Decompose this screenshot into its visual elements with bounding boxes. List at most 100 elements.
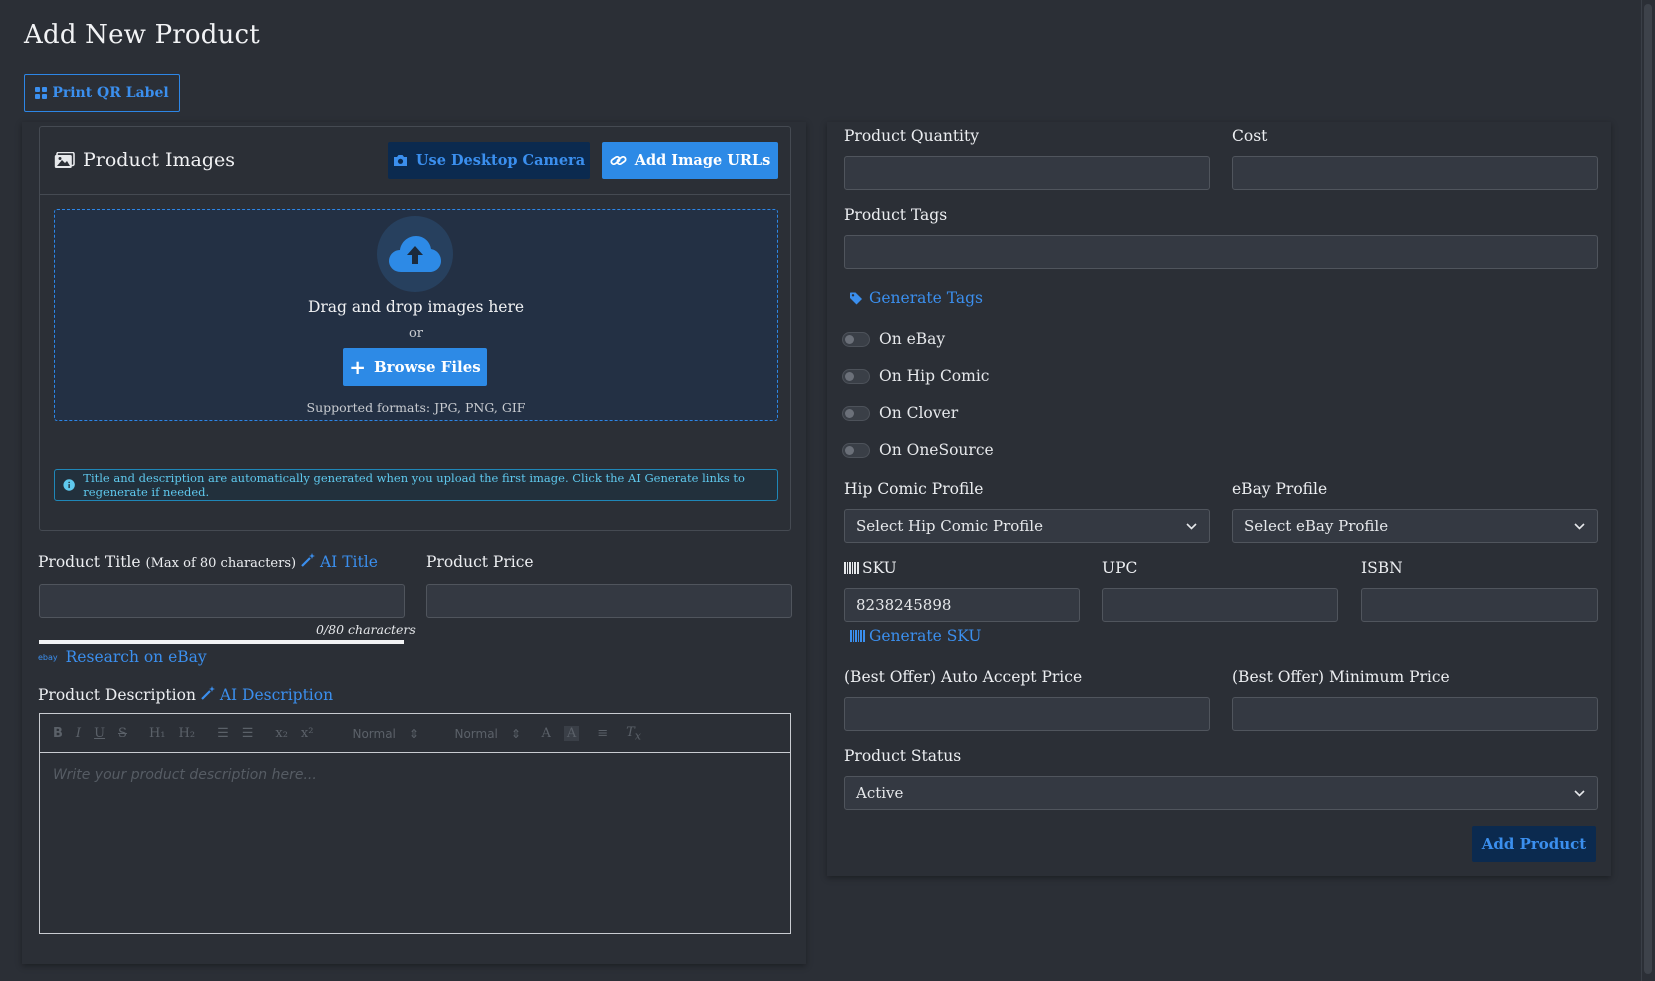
browse-files-label: Browse Files: [374, 358, 481, 376]
description-placeholder: Write your product description here...: [53, 767, 317, 783]
toggle-on-clover[interactable]: On Clover: [842, 404, 958, 422]
toggle-on-ebay[interactable]: On eBay: [842, 330, 945, 348]
barcode-icon: [844, 562, 859, 574]
browse-files-button[interactable]: + Browse Files: [343, 348, 487, 386]
magic-wand-icon: [301, 553, 316, 567]
cost-input[interactable]: [1232, 156, 1598, 190]
research-ebay-row: ebay Research on eBay: [38, 648, 207, 666]
add-image-urls-label: Add Image URLs: [634, 152, 771, 169]
page-title: Add New Product: [24, 20, 260, 50]
generate-sku-link[interactable]: Generate SKU: [850, 627, 981, 645]
product-title-input[interactable]: [39, 584, 405, 618]
product-images-card: Product Images Use Desktop Camera Add Im…: [39, 126, 791, 531]
ebay-profile-label: eBay Profile: [1232, 480, 1328, 498]
drop-instruction: Drag and drop images here: [307, 298, 525, 316]
strikethrough-icon[interactable]: S: [118, 726, 127, 741]
subscript-icon[interactable]: x₂: [275, 726, 288, 741]
toggle-label: On OneSource: [879, 441, 994, 459]
product-status-value: Active: [856, 784, 904, 802]
generate-tags-link[interactable]: Generate Tags: [850, 289, 983, 307]
title-char-progress: [39, 640, 404, 644]
chevron-updown-icon: ⇕: [408, 726, 419, 741]
scrollbar[interactable]: [1641, 0, 1655, 981]
product-price-input[interactable]: [426, 584, 792, 618]
hip-comic-profile-value: Select Hip Comic Profile: [856, 517, 1043, 535]
images-icon: [54, 151, 75, 168]
hip-comic-profile-select[interactable]: Select Hip Comic Profile: [844, 509, 1210, 543]
minimum-price-input[interactable]: [1232, 697, 1598, 731]
upc-label: UPC: [1102, 559, 1138, 577]
scrollbar-thumb[interactable]: [1644, 4, 1652, 974]
toggle-switch[interactable]: [842, 331, 870, 347]
info-text: Title and description are automatically …: [83, 471, 745, 499]
ebay-logo: ebay: [38, 652, 58, 662]
toggle-label: On eBay: [879, 330, 946, 348]
product-title-label-row: Product Title (Max of 80 characters) AI …: [38, 553, 378, 571]
print-qr-label-text: Print QR Label: [52, 85, 169, 101]
highlight-icon[interactable]: A: [563, 726, 580, 741]
heading-2-icon[interactable]: H₂: [179, 726, 196, 741]
supported-formats: Supported formats: JPG, PNG, GIF: [306, 400, 526, 415]
auto-accept-price-input[interactable]: [844, 697, 1210, 731]
research-on-ebay-link[interactable]: Research on eBay: [66, 648, 207, 666]
product-tags-input[interactable]: [844, 235, 1598, 269]
product-images-header: Product Images Use Desktop Camera Add Im…: [40, 127, 790, 195]
toggle-on-hip-comic[interactable]: On Hip Comic: [842, 367, 989, 385]
use-desktop-camera-button[interactable]: Use Desktop Camera: [388, 142, 590, 179]
ebay-profile-select[interactable]: Select eBay Profile: [1232, 509, 1598, 543]
product-images-title: Product Images: [54, 149, 235, 171]
underline-icon[interactable]: U: [94, 726, 105, 741]
align-icon[interactable]: ≡: [597, 726, 608, 741]
ai-description-link[interactable]: AI Description: [220, 686, 333, 704]
product-description-label-row: Product Description AI Description: [38, 686, 333, 704]
font-size-value: Normal: [352, 726, 396, 741]
toggle-switch[interactable]: [842, 368, 870, 384]
heading-select[interactable]: Normal ⇕: [441, 727, 520, 741]
add-image-urls-button[interactable]: Add Image URLs: [602, 142, 778, 179]
tags-icon: [850, 292, 862, 304]
product-description-label: Product Description: [38, 686, 196, 704]
description-editor-toolbar: B I U S H₁ H₂ ☰ ☰ x₂ x² Normal ⇕ Normal ⇕ …: [39, 713, 791, 753]
italic-icon[interactable]: I: [76, 726, 81, 741]
isbn-label: ISBN: [1361, 559, 1403, 577]
cost-label: Cost: [1232, 127, 1268, 145]
clear-format-icon[interactable]: Tx: [626, 725, 641, 743]
bold-icon[interactable]: B: [53, 726, 63, 741]
chevron-updown-icon: ⇕: [510, 726, 521, 741]
add-product-button[interactable]: Add Product: [1472, 826, 1596, 862]
toggle-switch[interactable]: [842, 405, 870, 421]
ebay-profile-value: Select eBay Profile: [1244, 517, 1389, 535]
toggle-switch[interactable]: [842, 442, 870, 458]
upload-icon-circle: [377, 216, 453, 292]
upc-input[interactable]: [1102, 588, 1338, 622]
toggle-on-onesource[interactable]: On OneSource: [842, 441, 994, 459]
ai-title-link[interactable]: AI Title: [320, 553, 378, 571]
bullet-list-icon[interactable]: ☰: [242, 726, 254, 741]
image-dropzone[interactable]: Drag and drop images here or + Browse Fi…: [54, 209, 778, 421]
print-qr-label-button[interactable]: Print QR Label: [24, 74, 180, 112]
or-text: or: [408, 326, 424, 341]
product-quantity-label: Product Quantity: [844, 127, 979, 145]
chevron-down-icon: [1186, 522, 1197, 530]
use-desktop-camera-label: Use Desktop Camera: [415, 152, 586, 169]
product-images-title-text: Product Images: [83, 149, 236, 171]
barcode-icon: [850, 630, 865, 642]
ordered-list-icon[interactable]: ☰: [217, 726, 229, 741]
product-status-select[interactable]: Active: [844, 776, 1598, 810]
info-icon: [63, 479, 75, 491]
product-title-label: Product Title: [38, 553, 141, 571]
auto-accept-price-label: (Best Offer) Auto Accept Price: [844, 668, 1083, 686]
plus-icon: +: [349, 355, 366, 379]
link-icon: [610, 155, 627, 166]
sku-label: SKU: [862, 559, 897, 577]
isbn-input[interactable]: [1361, 588, 1598, 622]
sku-input[interactable]: 8238245898: [844, 588, 1080, 622]
text-color-icon[interactable]: A: [541, 726, 550, 741]
heading-1-icon[interactable]: H₁: [149, 726, 166, 741]
product-status-label: Product Status: [844, 747, 962, 765]
product-quantity-input[interactable]: [844, 156, 1210, 190]
font-size-select[interactable]: Normal ⇕: [339, 726, 418, 741]
toggle-label: On Clover: [879, 404, 959, 422]
description-editor[interactable]: Write your product description here...: [39, 752, 791, 934]
superscript-icon[interactable]: x²: [301, 726, 314, 741]
